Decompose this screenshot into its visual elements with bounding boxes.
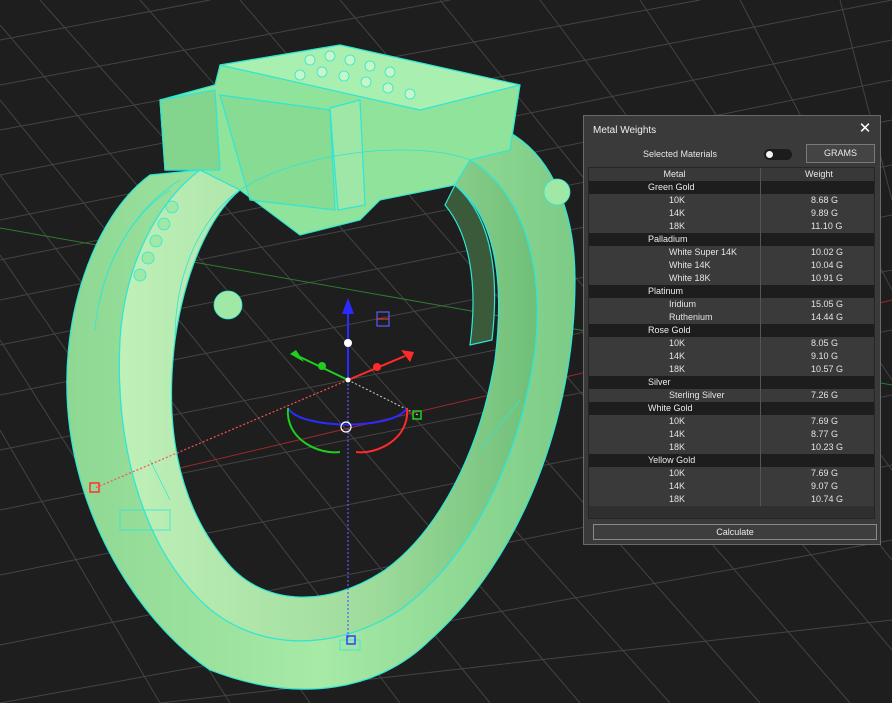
metal-cell: White Super 14K bbox=[589, 246, 761, 259]
weight-cell: 11.10 G bbox=[811, 221, 843, 231]
weight-cell: 8.68 G bbox=[811, 195, 839, 205]
metal-cell: Ruthenium bbox=[589, 311, 761, 324]
weight-cell: 10.91 G bbox=[811, 273, 844, 283]
group-row[interactable]: Silver bbox=[589, 376, 874, 389]
weight-cell: 7.26 G bbox=[811, 390, 839, 400]
table-row[interactable]: 10K 7.69 G bbox=[589, 415, 874, 428]
group-name: White Gold bbox=[589, 402, 761, 415]
group-row[interactable]: Palladium bbox=[589, 233, 874, 246]
group-row[interactable]: White Gold bbox=[589, 402, 874, 415]
metal-cell: 10K bbox=[589, 194, 761, 207]
metal-cell: 14K bbox=[589, 428, 761, 441]
panel-title: Metal Weights bbox=[593, 125, 657, 136]
selected-materials-toggle[interactable] bbox=[764, 149, 792, 160]
group-weight-cell bbox=[761, 376, 874, 389]
table-row[interactable]: White 18K 10.91 G bbox=[589, 272, 874, 285]
group-name: Rose Gold bbox=[589, 324, 761, 337]
group-weight-cell bbox=[761, 233, 874, 246]
close-icon[interactable]: ✕ bbox=[857, 120, 873, 138]
table-row[interactable]: 18K 10.23 G bbox=[589, 441, 874, 454]
group-row[interactable]: Rose Gold bbox=[589, 324, 874, 337]
group-name: Platinum bbox=[589, 285, 761, 298]
weight-cell: 15.05 G bbox=[811, 299, 844, 309]
calculate-button[interactable]: Calculate bbox=[593, 524, 877, 540]
table-row[interactable]: 18K 10.57 G bbox=[589, 363, 874, 376]
group-name: Green Gold bbox=[589, 181, 761, 194]
table-row[interactable]: Iridium 15.05 G bbox=[589, 298, 874, 311]
metal-cell: 18K bbox=[589, 493, 761, 506]
weight-cell: 9.10 G bbox=[811, 351, 839, 361]
weight-cell: 8.77 G bbox=[811, 429, 839, 439]
table-row[interactable]: 14K 8.77 G bbox=[589, 428, 874, 441]
group-row[interactable]: Green Gold bbox=[589, 181, 874, 194]
metal-cell: White 14K bbox=[589, 259, 761, 272]
weight-cell: 9.07 G bbox=[811, 481, 839, 491]
group-name: Silver bbox=[589, 376, 761, 389]
column-header-metal[interactable]: Metal bbox=[589, 168, 761, 181]
metal-cell: 10K bbox=[589, 415, 761, 428]
metal-weights-panel: Metal Weights ✕ Selected Materials GRAMS… bbox=[583, 115, 881, 545]
metal-cell: Iridium bbox=[589, 298, 761, 311]
group-weight-cell bbox=[761, 285, 874, 298]
metal-cell: 10K bbox=[589, 467, 761, 480]
weight-cell: 7.69 G bbox=[811, 468, 839, 478]
table-row[interactable]: 18K 10.74 G bbox=[589, 493, 874, 506]
group-row[interactable]: Platinum bbox=[589, 285, 874, 298]
table-row[interactable]: 18K 11.10 G bbox=[589, 220, 874, 233]
metal-cell: 14K bbox=[589, 350, 761, 363]
weight-cell: 10.04 G bbox=[811, 260, 844, 270]
table-row[interactable]: 10K 8.05 G bbox=[589, 337, 874, 350]
table-row[interactable]: 10K 8.68 G bbox=[589, 194, 874, 207]
metal-weights-table: Metal Weight Green Gold 10K 8.68 G 14K 9.89 … bbox=[588, 167, 875, 519]
group-weight-cell bbox=[761, 454, 874, 467]
weight-cell: 7.69 G bbox=[811, 416, 839, 426]
group-row[interactable]: Yellow Gold bbox=[589, 454, 874, 467]
column-header-weight[interactable]: Weight bbox=[761, 168, 874, 181]
weight-cell: 9.89 G bbox=[811, 208, 839, 218]
group-name: Palladium bbox=[589, 233, 761, 246]
group-name: Yellow Gold bbox=[589, 454, 761, 467]
metal-cell: 10K bbox=[589, 337, 761, 350]
weight-cell: 8.05 G bbox=[811, 338, 839, 348]
table-row[interactable]: White Super 14K 10.02 G bbox=[589, 246, 874, 259]
table-row[interactable]: 14K 9.07 G bbox=[589, 480, 874, 493]
metal-cell: 18K bbox=[589, 220, 761, 233]
metal-cell: 18K bbox=[589, 363, 761, 376]
weight-cell: 10.23 G bbox=[811, 442, 844, 452]
table-row[interactable]: White 14K 10.04 G bbox=[589, 259, 874, 272]
weight-cell: 14.44 G bbox=[811, 312, 844, 322]
weight-cell: 10.74 G bbox=[811, 494, 844, 504]
metal-cell: 14K bbox=[589, 207, 761, 220]
toggle-knob bbox=[766, 151, 773, 158]
selected-materials-label: Selected Materials bbox=[643, 149, 718, 159]
metal-cell: 18K bbox=[589, 441, 761, 454]
metal-cell: Sterling Silver bbox=[589, 389, 761, 402]
table-row[interactable]: 14K 9.10 G bbox=[589, 350, 874, 363]
table-row[interactable]: Ruthenium 14.44 G bbox=[589, 311, 874, 324]
weight-cell: 10.02 G bbox=[811, 247, 844, 257]
group-weight-cell bbox=[761, 181, 874, 194]
group-weight-cell bbox=[761, 402, 874, 415]
table-header-row: Metal Weight bbox=[589, 168, 874, 181]
metal-cell: White 18K bbox=[589, 272, 761, 285]
metal-cell: 14K bbox=[589, 480, 761, 493]
table-row[interactable]: Sterling Silver 7.26 G bbox=[589, 389, 874, 402]
group-weight-cell bbox=[761, 324, 874, 337]
table-row[interactable]: 10K 7.69 G bbox=[589, 467, 874, 480]
units-button[interactable]: GRAMS bbox=[806, 144, 875, 163]
table-row[interactable]: 14K 9.89 G bbox=[589, 207, 874, 220]
weight-cell: 10.57 G bbox=[811, 364, 844, 374]
